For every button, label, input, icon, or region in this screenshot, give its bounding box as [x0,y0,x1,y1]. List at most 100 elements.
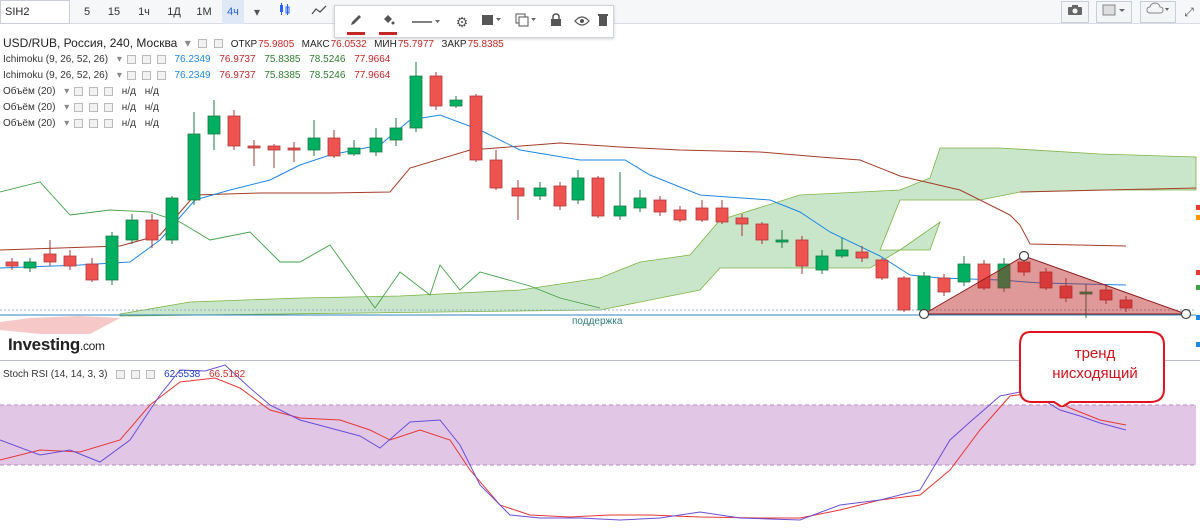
candle-body [775,239,789,243]
remove-indicator-icon[interactable] [156,70,166,80]
candle-body [429,75,443,107]
candle-body [633,197,647,209]
lock-icon[interactable] [545,6,567,39]
candle-body [347,147,361,155]
candle-body [207,115,221,135]
candle-body [369,137,383,153]
remove-indicator-icon[interactable] [104,102,114,112]
candle-body [389,127,403,141]
indicator-name: Stoch RSI (14, 14, 3, 3) [3,369,108,380]
candle-body [613,205,627,217]
hide-indicator-icon[interactable] [116,369,126,379]
indicator-name: Ichimoku (9, 26, 52, 26) [3,70,109,81]
legend-dropdown-icon[interactable]: ▾ [64,117,69,131]
trash-icon[interactable] [593,6,613,39]
candle-body [105,235,119,281]
legend-volume-2[interactable]: Объём (20) ▾ н/д н/д [3,101,165,115]
stoch-k-value: 62.5538 [164,369,201,380]
indicator-settings-icon[interactable] [141,54,151,64]
candle-body [125,219,139,241]
candle-body [511,187,525,197]
candle-body [145,219,159,241]
pencil-icon[interactable] [341,6,371,39]
chikou-value: 75.8385 [264,70,301,81]
candle-body [591,177,605,217]
tenkan-value: 76.2349 [174,54,211,65]
legend-dropdown-icon[interactable]: ▾ [117,69,122,83]
hide-series-icon[interactable] [198,39,208,49]
hide-indicator-icon[interactable] [74,86,84,96]
volume-value: н/д [121,86,136,97]
candle-body [875,259,889,279]
high-label: МАКС [301,39,330,50]
hide-indicator-icon[interactable] [74,118,84,128]
triangle-handle [1180,308,1192,320]
hide-indicator-icon[interactable] [126,70,136,80]
legend-volume-1[interactable]: Объём (20) ▾ н/д н/д [3,85,165,99]
indicator-settings-icon[interactable] [89,86,99,96]
indicator-settings-icon[interactable] [141,70,151,80]
candle-body [815,255,829,271]
volume-ma-value: н/д [144,118,159,129]
line-style-icon[interactable] [407,6,445,39]
series-settings-icon[interactable] [214,39,224,49]
candle-body [715,207,729,223]
candle-body [5,261,19,267]
settings-icon[interactable]: ⚙ [449,6,475,39]
candle-body [165,197,179,241]
volume-ma-value: н/д [144,102,159,113]
legend-dropdown-icon[interactable]: ▾ [64,101,69,115]
candle-body [897,277,911,311]
chart-title: USD/RUB, Россия, 240, Москва [3,36,178,50]
remove-indicator-icon[interactable] [104,86,114,96]
candle-body [63,255,77,267]
legend-ichimoku-2[interactable]: Ichimoku (9, 26, 52, 26) ▾ 76.2349 76.97… [3,69,396,83]
legend-ichimoku-1[interactable]: Ichimoku (9, 26, 52, 26) ▾ 76.2349 76.97… [3,53,396,67]
legend-dropdown-icon[interactable]: ▾ [117,53,122,67]
remove-indicator-icon[interactable] [146,369,156,379]
span-b-value: 77.9664 [354,54,391,65]
candle-body [267,145,281,151]
indicator-settings-icon[interactable] [89,102,99,112]
stoch-rsi-legend[interactable]: Stoch RSI (14, 14, 3, 3) 62.5538 66.5182 [3,368,251,382]
span-a-value: 78.5246 [309,70,346,81]
template-icon[interactable] [477,6,507,39]
remove-indicator-icon[interactable] [104,118,114,128]
candle-body [469,95,483,161]
volume-value: н/д [121,102,136,113]
indicator-settings-icon[interactable] [131,369,141,379]
legend-dropdown-icon[interactable]: ▾ [64,85,69,99]
clone-icon[interactable] [511,6,541,39]
brand-suffix: .com [79,339,105,353]
hide-indicator-icon[interactable] [74,102,84,112]
volume-ma-value: н/д [144,86,159,97]
symbol-dropdown-icon[interactable]: ▾ [185,35,191,51]
hide-indicator-icon[interactable] [126,54,136,64]
triangle-handle [918,308,930,320]
candle-body [653,199,667,213]
pencil-color-swatch [347,32,365,35]
candle-body [735,217,749,225]
span-a-value: 78.5246 [309,54,346,65]
candle-body [695,207,709,221]
fill-icon[interactable] [373,6,403,39]
candle-body [673,209,687,221]
eye-icon[interactable] [571,6,593,39]
kijun-value: 76.9737 [219,70,256,81]
indicator-name: Объём (20) [3,102,56,113]
callout-line-2: нисходящий [1052,365,1138,382]
remove-indicator-icon[interactable] [156,54,166,64]
candle-body [489,159,503,189]
candle-body [795,239,809,267]
candle-body [957,263,971,283]
high-value: 76.0532 [330,39,367,50]
support-label[interactable]: поддержка [572,316,622,327]
candle-body [855,251,869,259]
indicator-settings-icon[interactable] [89,118,99,128]
legend-volume-3[interactable]: Объём (20) ▾ н/д н/д [3,117,165,131]
drawing-toolbar: ⚙ [334,5,614,38]
tenkan-value: 76.2349 [174,70,211,81]
kijun-value: 76.9737 [219,54,256,65]
candle-body [85,263,99,281]
close-value: 75.8385 [467,39,504,50]
